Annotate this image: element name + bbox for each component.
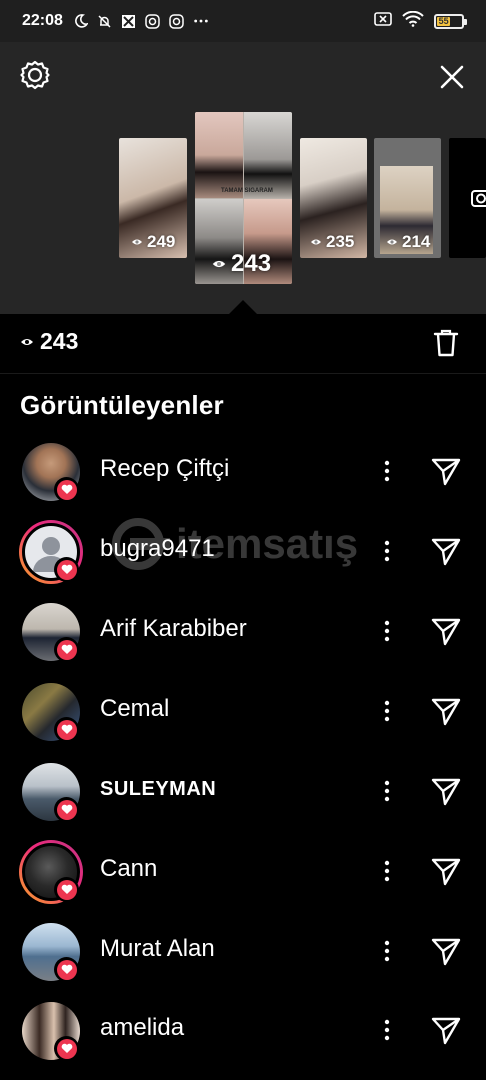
story-view-count: 243	[231, 250, 272, 277]
more-dots-icon	[193, 13, 209, 29]
viewer-name[interactable]: SULEYMAN	[100, 778, 216, 801]
no-sim-icon	[374, 11, 392, 31]
settings-gear-icon[interactable]	[20, 60, 50, 90]
story-view-count: 235	[326, 232, 355, 251]
eye-icon	[311, 239, 321, 245]
story-thumbnail-selected[interactable]: TAMAM SIGARAM 243	[195, 112, 292, 284]
story-caption: TAMAM SIGARAM	[221, 188, 273, 194]
viewer-row[interactable]: Cemal	[0, 671, 486, 751]
send-icon[interactable]	[430, 455, 462, 487]
heart-icon	[54, 717, 79, 742]
heart-icon	[54, 477, 79, 502]
more-options-icon[interactable]	[380, 859, 394, 883]
send-icon[interactable]	[430, 535, 462, 567]
viewer-name[interactable]: Cemal	[100, 695, 169, 723]
battery-level: 55	[438, 16, 449, 26]
viewer-name[interactable]: amelida	[100, 1014, 184, 1042]
send-icon[interactable]	[430, 935, 462, 967]
more-options-icon[interactable]	[380, 939, 394, 963]
wifi-icon	[402, 10, 424, 32]
status-time: 22:08	[22, 12, 63, 29]
viewer-row[interactable]: SULEYMAN	[0, 751, 486, 831]
heart-icon	[54, 637, 79, 662]
battery-icon: 55	[434, 13, 467, 29]
viewer-name[interactable]: Arif Karabiber	[100, 615, 247, 643]
more-options-icon[interactable]	[380, 619, 394, 643]
close-icon[interactable]	[437, 62, 467, 92]
eye-icon	[132, 239, 142, 245]
viewer-name[interactable]: bugra9471	[100, 535, 215, 563]
send-icon[interactable]	[430, 1014, 462, 1046]
heart-icon	[54, 957, 79, 982]
send-icon[interactable]	[430, 855, 462, 887]
viewer-row[interactable]: Recep Çiftçi	[0, 431, 486, 511]
camera-icon[interactable]	[470, 186, 486, 210]
viewer-row[interactable]: bugra9471	[0, 511, 486, 591]
selected-story-pointer	[229, 300, 257, 314]
story-thumbnail[interactable]: 214	[374, 138, 441, 258]
viewer-name[interactable]: Murat Alan	[100, 935, 215, 963]
eye-icon	[387, 239, 397, 245]
story-view-count: 214	[402, 232, 431, 251]
eye-icon	[212, 260, 226, 268]
send-icon[interactable]	[430, 775, 462, 807]
story-thumbnail[interactable]: 235	[300, 138, 367, 258]
viewer-row[interactable]: amelida	[0, 990, 486, 1070]
bell-off-icon	[97, 13, 113, 29]
more-options-icon[interactable]	[380, 539, 394, 563]
heart-icon	[54, 877, 79, 902]
trash-icon[interactable]	[433, 328, 459, 358]
viewer-row[interactable]: Cann	[0, 831, 486, 911]
story-thumbnail[interactable]: 249	[119, 138, 187, 258]
heart-icon	[54, 557, 79, 582]
eye-icon	[21, 339, 33, 345]
app-icon	[121, 13, 137, 29]
viewer-name[interactable]: Cann	[100, 855, 157, 883]
story-view-count: 249	[147, 232, 176, 251]
section-title: Görüntüleyenler	[20, 390, 224, 420]
viewer-row[interactable]: Murat Alan	[0, 911, 486, 991]
total-view-count: 243	[40, 328, 79, 354]
heart-icon	[54, 1036, 79, 1061]
send-icon[interactable]	[430, 695, 462, 727]
instagram-icon	[145, 13, 161, 29]
instagram-icon	[169, 13, 185, 29]
moon-icon	[73, 13, 89, 29]
status-bar: 22:08 55	[0, 0, 486, 42]
more-options-icon[interactable]	[380, 1018, 394, 1042]
more-options-icon[interactable]	[380, 779, 394, 803]
send-icon[interactable]	[430, 615, 462, 647]
more-options-icon[interactable]	[380, 459, 394, 483]
heart-icon	[54, 797, 79, 822]
viewer-name[interactable]: Recep Çiftçi	[100, 455, 229, 483]
more-options-icon[interactable]	[380, 699, 394, 723]
viewer-row[interactable]: Arif Karabiber	[0, 591, 486, 671]
